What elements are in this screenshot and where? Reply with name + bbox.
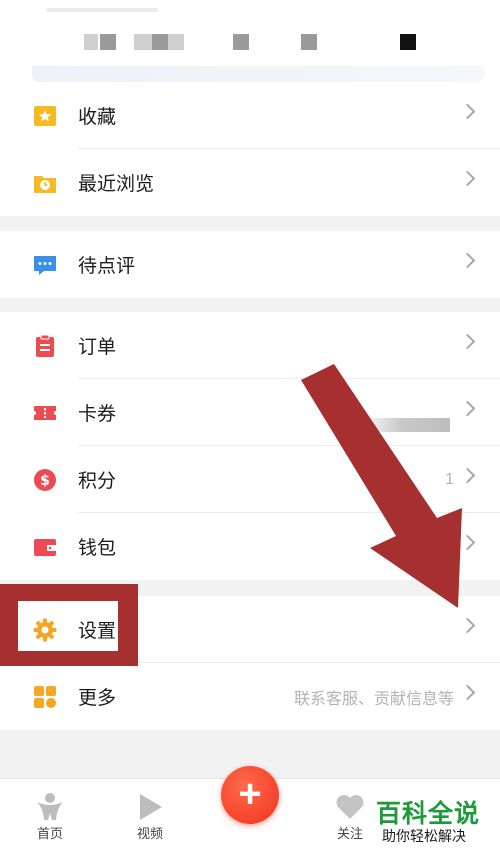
play-icon bbox=[120, 791, 180, 823]
annotation-arrow bbox=[301, 364, 462, 608]
heart-icon bbox=[320, 791, 380, 823]
nav-video-label: 视频 bbox=[136, 826, 163, 841]
nav-follow-label: 关注 bbox=[336, 826, 363, 841]
nav-follow[interactable]: 关注 bbox=[320, 791, 380, 842]
nav-home-label: 首页 bbox=[36, 826, 63, 841]
watermark-subtitle: 助你轻松解决 bbox=[382, 828, 466, 844]
nav-home[interactable]: 首页 bbox=[20, 791, 80, 842]
publish-plus-button[interactable]: + bbox=[221, 766, 279, 824]
home-person-icon bbox=[20, 791, 80, 823]
watermark-title: 百科全说 bbox=[376, 800, 481, 828]
nav-video[interactable]: 视频 bbox=[120, 791, 180, 842]
